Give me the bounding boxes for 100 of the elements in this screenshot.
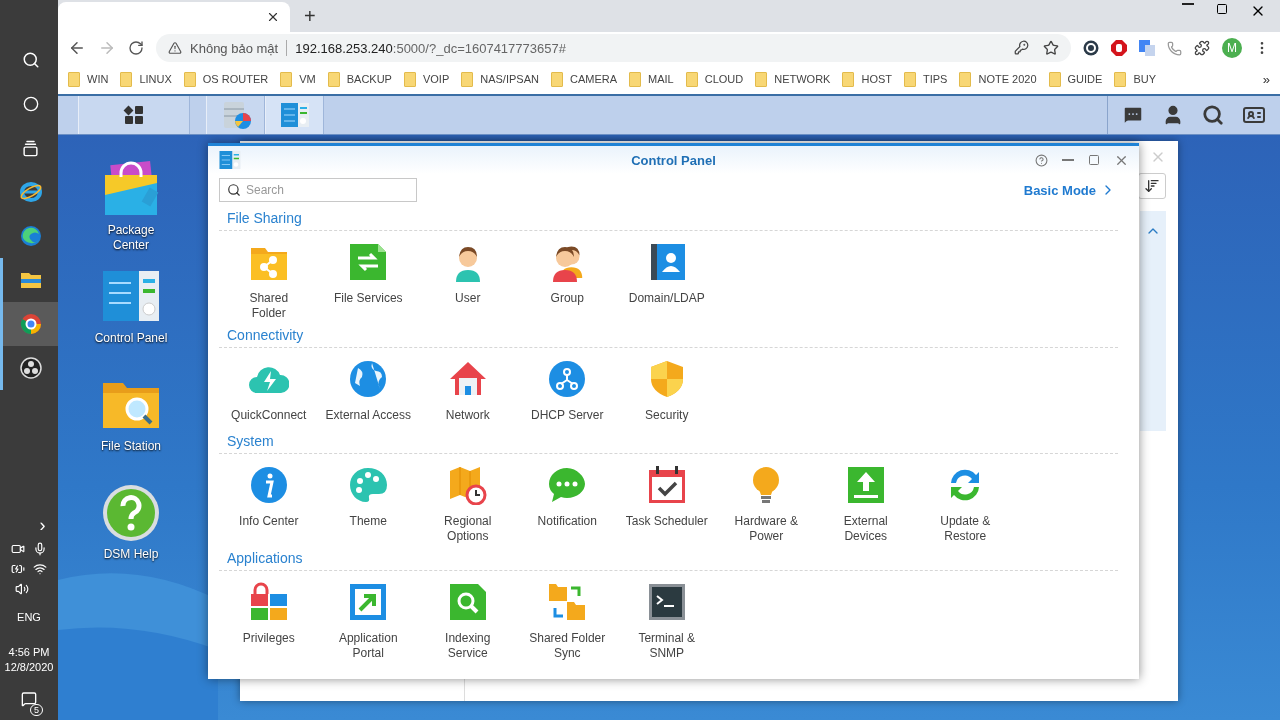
notification-icon <box>21 691 37 707</box>
desktop-icon-label[interactable]: File Station <box>101 439 161 454</box>
bookmark-link[interactable]: CLOUD <box>685 71 744 87</box>
forward-icon <box>98 39 116 57</box>
desktop-icon-label[interactable]: Control Panel <box>94 331 168 346</box>
more-bookmarks-button[interactable]: » <box>1262 71 1270 87</box>
applet-label[interactable]: QuickConnect <box>231 408 307 423</box>
bookmark-star-icon <box>1043 40 1059 56</box>
ie-icon <box>18 180 43 204</box>
lock-tiles-icon <box>248 582 289 622</box>
language-indicator[interactable]: ENG <box>17 610 41 625</box>
applet-label[interactable]: Application Portal <box>338 631 398 661</box>
basic-mode-link[interactable]: Basic Mode <box>1023 182 1116 198</box>
bookmark-link[interactable]: CAMERA <box>550 71 617 87</box>
bookmark-link[interactable]: MAIL <box>629 71 674 87</box>
bookmark-link[interactable]: NAS/IPSAN <box>461 71 539 87</box>
terminal-icon <box>646 582 687 622</box>
sort-icon <box>1144 178 1160 194</box>
applet-label[interactable]: Update & Restore <box>940 514 991 544</box>
search-field[interactable]: Search <box>219 178 417 202</box>
globe-icon <box>348 359 389 399</box>
applet-label[interactable]: Privileges <box>242 631 295 646</box>
applet-label[interactable]: Info Center <box>239 514 299 529</box>
section-title: Connectivity <box>219 321 1118 348</box>
extension-icon[interactable] <box>1083 40 1099 56</box>
section-title: Applications <box>219 544 1118 571</box>
chrome-icon <box>18 312 43 336</box>
clock-date[interactable]: 12/8/2020 <box>4 660 54 675</box>
bookmark-link[interactable]: VM <box>280 71 316 87</box>
speaker-icon <box>14 582 29 596</box>
reload-icon <box>128 40 144 56</box>
bookmark-link[interactable]: NOTE 2020 <box>959 71 1037 87</box>
network-nodes-icon <box>547 359 588 399</box>
document-search-icon <box>447 582 488 622</box>
chat-bubble-icon <box>547 465 588 505</box>
bookmark-link[interactable]: TIPS <box>904 71 948 87</box>
translate-icon[interactable] <box>1139 40 1155 56</box>
grid-icon <box>123 104 145 126</box>
applet-label[interactable]: DHCP Server <box>531 408 604 423</box>
show-hidden-icons-button[interactable]: › <box>39 515 46 536</box>
close-icon <box>266 10 280 24</box>
search-icon <box>21 51 40 69</box>
camera-icon <box>11 542 25 556</box>
bookmark-link[interactable]: BACKUP <box>327 71 392 87</box>
edge-icon <box>18 224 43 248</box>
applet-label[interactable]: Terminal & SNMP <box>638 631 696 661</box>
applet-label[interactable]: User <box>455 291 481 306</box>
palette-icon <box>348 465 389 505</box>
applet-label[interactable]: Shared Folder Sync <box>529 631 606 661</box>
security-warning[interactable]: Không bảo mật <box>190 40 279 56</box>
applet-label[interactable]: Theme <box>349 514 387 529</box>
desktop-icon-label[interactable]: Package Center <box>107 223 155 253</box>
calendar-check-icon <box>646 465 687 505</box>
wifi-icon <box>33 562 47 576</box>
obs-icon <box>18 356 43 380</box>
bookmark-link[interactable]: OS ROUTER <box>183 71 269 87</box>
applet-label[interactable]: Regional Options <box>444 514 492 544</box>
applet-label[interactable]: Group <box>550 291 584 306</box>
restore-icon <box>1216 3 1228 15</box>
applet-label[interactable]: Task Scheduler <box>625 514 708 529</box>
applet-label[interactable]: Hardware & Power <box>734 514 798 544</box>
help-icon <box>1035 153 1048 167</box>
sort-button[interactable] <box>1138 173 1166 199</box>
applet-label[interactable]: Shared Folder <box>249 291 289 321</box>
applet-label[interactable]: Network <box>445 408 490 423</box>
applet-label[interactable]: Indexing Service <box>445 631 491 661</box>
bookmark-link[interactable]: GUIDE <box>1048 71 1103 87</box>
microphone-icon <box>33 542 47 556</box>
applet-label[interactable]: External Devices <box>843 514 888 544</box>
applet-label[interactable]: Security <box>645 408 689 423</box>
info-icon <box>248 465 289 505</box>
section-title: System <box>219 427 1118 454</box>
bookmark-link[interactable]: BUY <box>1114 71 1156 87</box>
applet-label[interactable]: Domain/LDAP <box>628 291 705 306</box>
applet-label[interactable]: Notification <box>537 514 597 529</box>
applet-label[interactable]: File Services <box>333 291 403 306</box>
key-icon <box>1014 40 1029 55</box>
task-view-icon <box>22 139 39 157</box>
chat-icon <box>1122 104 1144 126</box>
bookmark-link[interactable]: HOST <box>842 71 892 87</box>
bookmark-link[interactable]: NETWORK <box>755 71 831 87</box>
window-title: Control Panel <box>630 152 717 168</box>
applet-label[interactable]: External Access <box>325 408 411 423</box>
bookmark-link[interactable]: WIN <box>68 71 109 87</box>
folders-sync-icon <box>547 582 588 622</box>
search-icon <box>227 183 241 197</box>
bookmark-link[interactable]: VOIP <box>403 71 450 87</box>
battery-icon <box>11 562 25 576</box>
file-services-icon <box>348 242 389 282</box>
section-title: File Sharing <box>219 204 1118 231</box>
main-menu-button[interactable] <box>78 96 190 134</box>
stop-hand-icon[interactable] <box>1111 40 1127 56</box>
new-tab-button[interactable]: + <box>304 5 316 28</box>
address-field[interactable]: 192.168.253.240:5000/?_dc=1607417773657# <box>295 40 566 56</box>
desktop-icon-label[interactable]: DSM Help <box>103 547 159 562</box>
clock-time[interactable]: 4:56 PM <box>8 645 50 660</box>
maximize-icon <box>1088 154 1100 166</box>
circle-icon <box>22 96 39 112</box>
bookmark-link[interactable]: LINUX <box>120 71 172 87</box>
warning-icon <box>168 41 182 55</box>
